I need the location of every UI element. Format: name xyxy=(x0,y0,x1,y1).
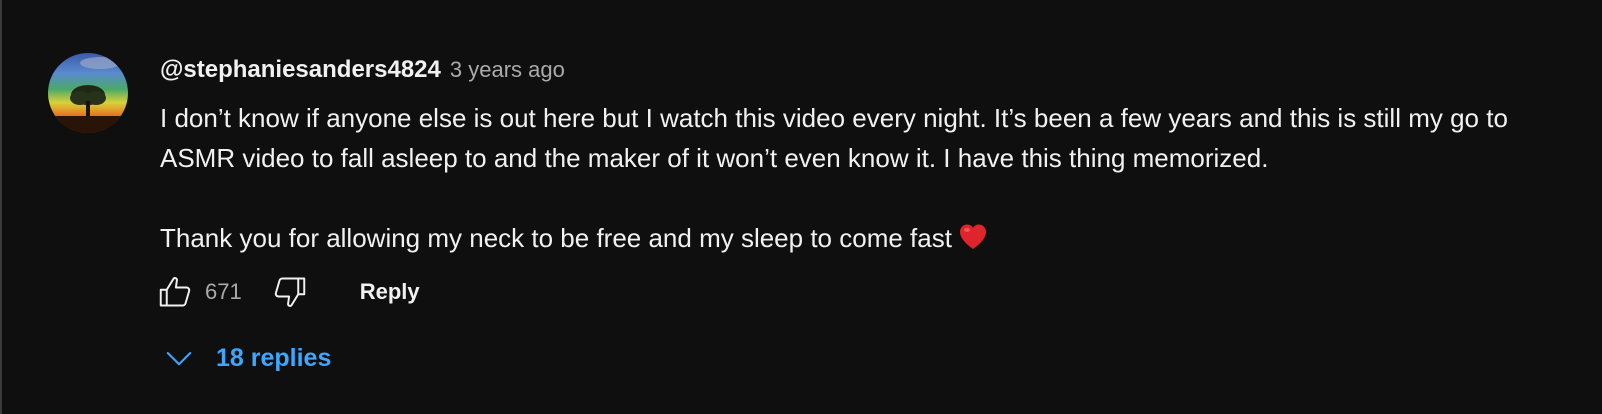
thumbs-down-icon xyxy=(274,277,305,307)
comment-header: @stephaniesanders4824 3 years ago xyxy=(160,56,565,86)
comment-action-bar: 671 Reply xyxy=(155,272,420,312)
comment-timestamp[interactable]: 3 years ago xyxy=(450,57,565,83)
avatar-tree-image xyxy=(48,53,128,133)
red-heart-icon xyxy=(958,222,988,262)
like-button[interactable] xyxy=(155,272,195,312)
comment-paragraph-2-text: Thank you for allowing my neck to be fre… xyxy=(160,223,952,253)
comment-paragraph-1: I don’t know if anyone else is out here … xyxy=(160,103,1508,173)
thumbs-up-icon xyxy=(159,277,191,307)
comment-text: I don’t know if anyone else is out here … xyxy=(160,98,1560,262)
reply-button[interactable]: Reply xyxy=(360,279,420,305)
comment-paragraph-2: Thank you for allowing my neck to be fre… xyxy=(160,218,1560,262)
dislike-button[interactable] xyxy=(270,272,310,312)
like-count: 671 xyxy=(205,279,242,304)
avatar[interactable] xyxy=(48,53,128,133)
comment-thread: @stephaniesanders4824 3 years ago I don’… xyxy=(0,0,1602,414)
chevron-down-icon xyxy=(166,352,192,366)
replies-count-label: 18 replies xyxy=(216,343,332,372)
view-replies-button[interactable]: 18 replies xyxy=(164,338,331,378)
author-name[interactable]: @stephaniesanders4824 xyxy=(160,56,441,84)
